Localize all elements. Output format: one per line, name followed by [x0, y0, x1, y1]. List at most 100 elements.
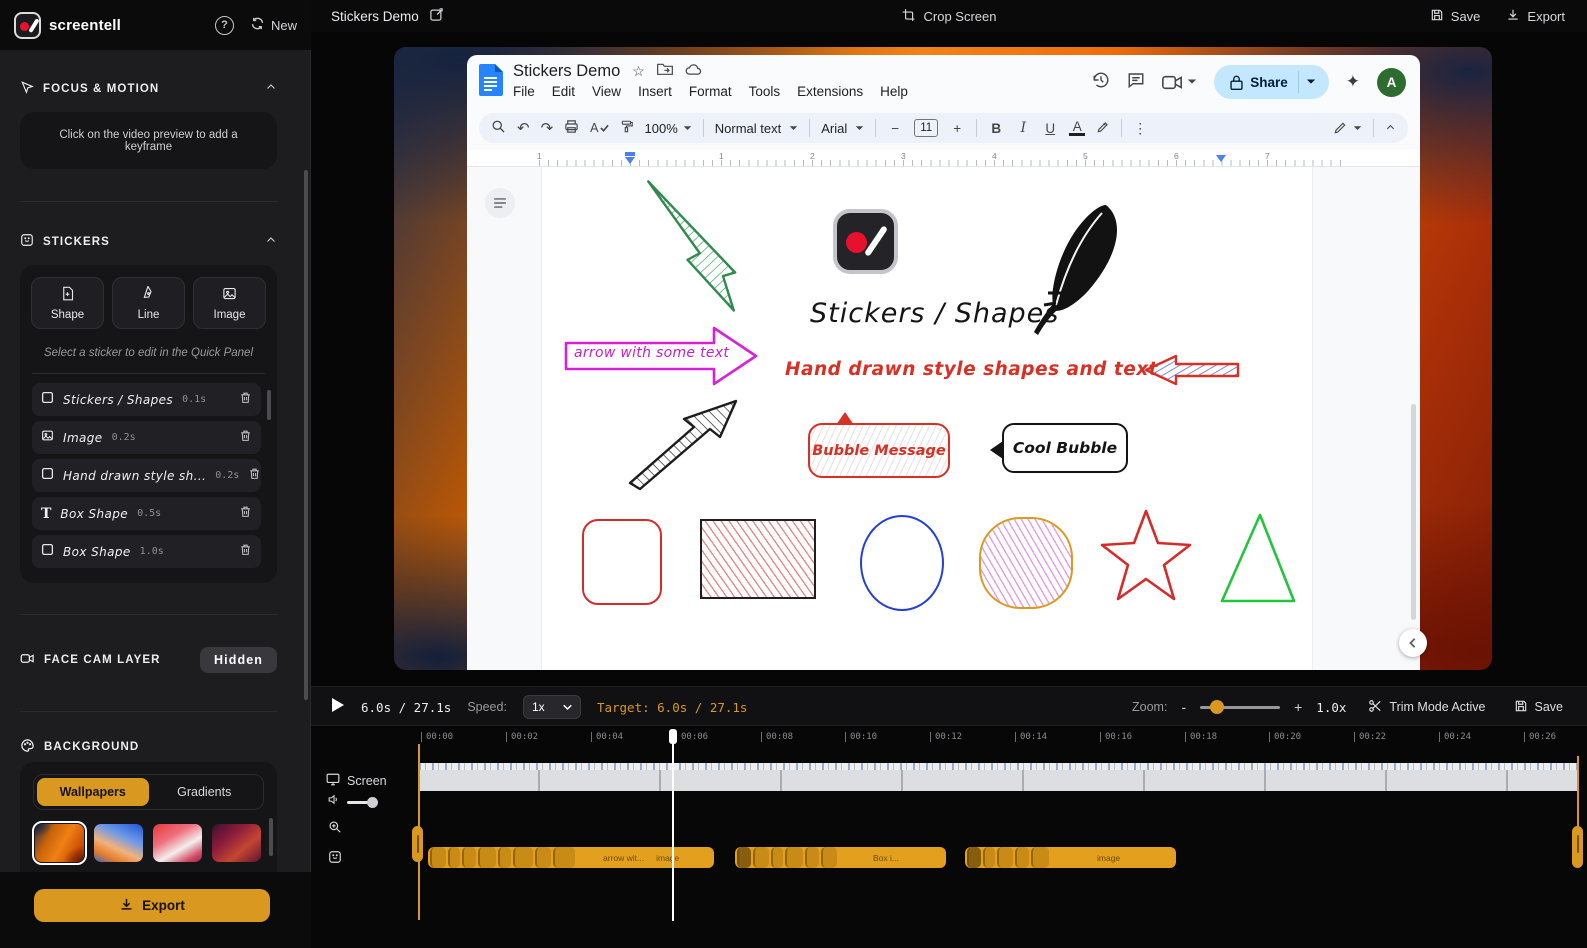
menu-format[interactable]: Format	[689, 84, 732, 99]
docs-scrollbar[interactable]	[1411, 404, 1416, 620]
face-cam-hidden-badge[interactable]: Hidden	[200, 647, 277, 673]
trash-icon[interactable]	[239, 505, 252, 523]
crop-screen-button[interactable]: Crop Screen	[902, 8, 997, 25]
tab-gradients[interactable]: Gradients	[149, 778, 261, 806]
logo-sticker[interactable]	[833, 209, 898, 274]
video-preview-stage[interactable]: Stickers Demo ☆ File Edit View Insert Fo…	[311, 32, 1587, 686]
search-icon[interactable]	[491, 119, 506, 137]
share-button[interactable]: Share	[1214, 65, 1329, 99]
background-scrollbar[interactable]	[269, 818, 273, 856]
document-outline-button[interactable]	[485, 188, 515, 218]
menu-tools[interactable]: Tools	[749, 84, 781, 99]
print-icon[interactable]	[564, 119, 579, 137]
document-page[interactable]: Stickers / Shapes arrow with some text H…	[541, 167, 1313, 670]
volume-slider[interactable]	[347, 801, 373, 804]
volume-control[interactable]	[327, 793, 373, 811]
undo-icon[interactable]: ↶	[517, 119, 530, 137]
paint-format-icon[interactable]	[620, 119, 634, 137]
sticker-clip-group[interactable]: Box i...	[735, 847, 946, 868]
new-project-button[interactable]: New	[250, 16, 297, 34]
editing-mode-select[interactable]	[1333, 121, 1362, 135]
menu-help[interactable]: Help	[880, 84, 908, 99]
speed-select[interactable]: 1x	[523, 695, 581, 719]
trash-icon[interactable]	[239, 391, 252, 409]
save-project-button[interactable]: Save	[1430, 8, 1481, 25]
menu-extensions[interactable]: Extensions	[797, 84, 863, 99]
wallpaper-thumb[interactable]	[94, 824, 143, 862]
cool-bubble-sticker[interactable]: Cool Bubble	[1002, 423, 1128, 473]
menu-file[interactable]: File	[513, 84, 535, 99]
screen-track-clip[interactable]	[419, 763, 1579, 791]
collapse-toolbar-icon[interactable]	[1385, 121, 1396, 136]
text-color-button[interactable]: A	[1069, 120, 1085, 136]
sticker-list-item[interactable]: Box Shape 1.0s	[32, 535, 261, 568]
zoom-slider-knob[interactable]	[1210, 700, 1224, 714]
sticker-list-item[interactable]: Stickers / Shapes 0.1s	[32, 383, 261, 416]
hatched-blob-shape[interactable]	[979, 517, 1073, 609]
chevron-up-icon[interactable]	[265, 234, 277, 249]
version-history-icon[interactable]	[1092, 71, 1110, 94]
rounded-rect-shape[interactable]	[582, 519, 662, 605]
menu-insert[interactable]: Insert	[638, 84, 672, 99]
bubble-message-sticker[interactable]: Bubble Message	[808, 423, 950, 478]
green-arrow-sticker[interactable]	[638, 177, 748, 317]
redo-icon[interactable]: ↷	[541, 119, 554, 137]
sticker-clip-group[interactable]: image	[965, 847, 1176, 868]
underline-button[interactable]: U	[1042, 121, 1058, 136]
menu-edit[interactable]: Edit	[552, 84, 575, 99]
meet-button[interactable]	[1162, 75, 1197, 90]
move-folder-icon[interactable]	[657, 62, 673, 81]
tab-wallpapers[interactable]: Wallpapers	[37, 778, 149, 806]
black-arrow-sticker[interactable]	[624, 395, 744, 490]
play-button[interactable]	[331, 697, 345, 718]
menu-view[interactable]: View	[592, 84, 621, 99]
trash-icon[interactable]	[239, 543, 252, 561]
spellcheck-icon[interactable]: A	[590, 121, 608, 135]
sidebar-scrollbar[interactable]	[304, 170, 308, 700]
add-shape-button[interactable]: Shape	[31, 277, 104, 329]
paragraph-style-select[interactable]: Normal text	[715, 121, 798, 136]
sticker-list-item[interactable]: T Box Shape 0.5s	[32, 497, 261, 530]
gemini-sparkle-icon[interactable]: ✦	[1346, 72, 1360, 92]
zoom-out-button[interactable]: -	[1181, 699, 1186, 715]
italic-button[interactable]: I	[1015, 120, 1031, 136]
cloud-status-icon[interactable]	[685, 63, 702, 81]
export-video-button[interactable]: Export	[34, 889, 270, 922]
font-size-input[interactable]: 11	[914, 119, 938, 137]
font-select[interactable]: Arial	[821, 121, 864, 136]
wallpaper-thumb[interactable]	[153, 824, 202, 862]
bold-button[interactable]: B	[988, 121, 1004, 136]
wallpaper-thumb-selected[interactable]	[35, 824, 84, 862]
highlight-button[interactable]	[1096, 120, 1110, 137]
ellipse-shape[interactable]	[860, 515, 944, 611]
hatched-rect-shape[interactable]	[700, 519, 816, 599]
sticker-list-item[interactable]: Hand drawn style sh... 0.2s	[32, 459, 261, 492]
account-avatar[interactable]: A	[1377, 68, 1406, 97]
playhead[interactable]	[672, 729, 674, 921]
add-line-button[interactable]: Line	[112, 277, 185, 329]
docs-doc-title[interactable]: Stickers Demo	[513, 62, 620, 81]
help-icon[interactable]: ?	[215, 16, 234, 35]
right-indent-marker[interactable]	[1216, 155, 1226, 162]
add-image-button[interactable]: Image	[193, 277, 266, 329]
trim-end-handle[interactable]	[1572, 826, 1583, 868]
export-project-button[interactable]: Export	[1506, 8, 1565, 25]
left-arrow-sticker[interactable]	[1142, 352, 1242, 388]
chevron-up-icon[interactable]	[265, 81, 277, 96]
trash-icon[interactable]	[239, 429, 252, 447]
more-options-icon[interactable]: ⋮	[1133, 120, 1147, 137]
font-size-increase[interactable]: +	[949, 121, 965, 136]
comments-icon[interactable]	[1127, 71, 1145, 94]
font-size-decrease[interactable]: −	[887, 121, 903, 136]
indent-marker[interactable]	[625, 152, 635, 156]
wallpaper-thumb[interactable]	[212, 824, 261, 862]
volume-knob[interactable]	[367, 797, 378, 808]
timeline-save-button[interactable]: Save	[1514, 699, 1564, 716]
left-indent-marker[interactable]	[625, 157, 635, 164]
sticker-list-item[interactable]: Image 0.2s	[32, 421, 261, 454]
quick-panel-toggle[interactable]	[1399, 629, 1427, 657]
star-icon[interactable]: ☆	[632, 63, 645, 80]
zoom-in-button[interactable]: +	[1294, 699, 1302, 715]
sticker-list-scrollbar[interactable]	[267, 390, 271, 420]
star-shape[interactable]	[1098, 507, 1194, 607]
